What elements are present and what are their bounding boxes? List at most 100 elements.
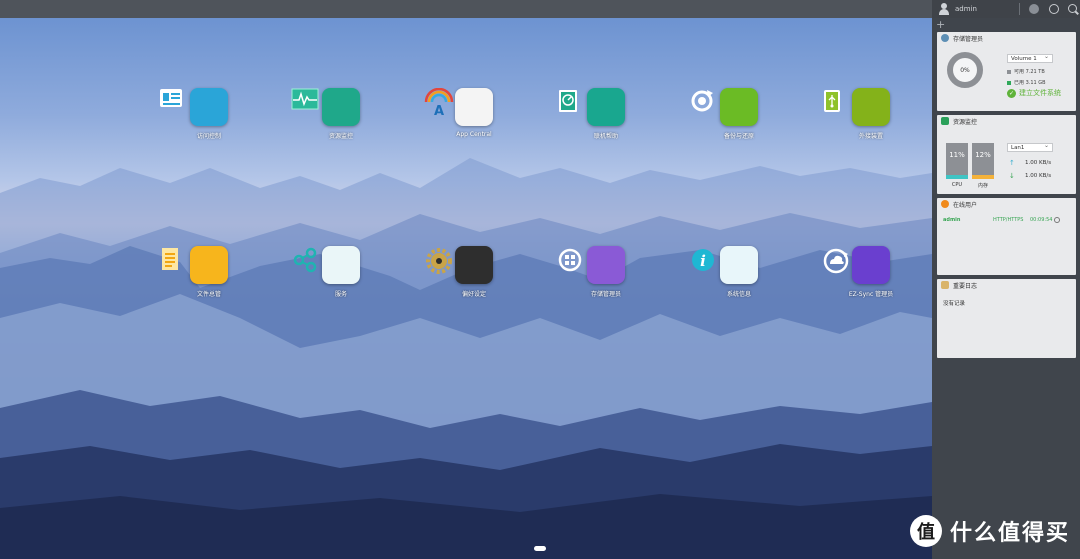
- memory-meter: 12%: [972, 143, 994, 179]
- widget-title: 重要日志: [953, 282, 978, 290]
- app-services[interactable]: 服务: [291, 246, 391, 306]
- user-icon[interactable]: [938, 3, 950, 15]
- storage-icon: [941, 34, 949, 42]
- username-label[interactable]: admin: [955, 5, 1015, 13]
- monitor-icon: [941, 117, 949, 125]
- app-file-explorer[interactable]: 文件总管: [159, 246, 259, 306]
- widget-header: 存储管理员: [937, 32, 1076, 44]
- app-access-control[interactable]: 访问控制: [159, 88, 259, 148]
- online-users-widget[interactable]: 在线用户 admin HTTP/HTTPS 00:09:54: [937, 198, 1076, 275]
- download-rate: ↓ 1.00 KB/s: [1009, 172, 1051, 180]
- available-text: 可用 7.21 TB: [1014, 69, 1045, 75]
- widget-panel: + 存储管理员 0% Volume 1 可用 7.21 TB 已用 3.11 G…: [932, 18, 1080, 559]
- top-bar: admin: [0, 0, 1080, 18]
- system-info-icon: i: [692, 246, 758, 284]
- available-legend: 可用 7.21 TB: [1007, 68, 1045, 75]
- used-legend: 已用 3.11 GB: [1007, 79, 1046, 86]
- app-external-devices[interactable]: 外接装置: [821, 88, 921, 148]
- app-label: 系统信息: [726, 291, 751, 298]
- svg-text:A: A: [434, 104, 444, 116]
- create-filesystem-label: 建立文件系统: [1019, 89, 1061, 97]
- download-value: 1.00 KB/s: [1025, 173, 1052, 179]
- app-system-info[interactable]: i 系统信息: [689, 246, 789, 306]
- app-label: EZ-Sync 管理员: [848, 291, 894, 298]
- app-resource-monitor[interactable]: 资源监控: [291, 88, 391, 148]
- memory-meter-fill: [972, 174, 994, 179]
- file-explorer-icon: [162, 246, 228, 284]
- app-label: 服务: [334, 291, 347, 298]
- app-label: 联机帮助: [593, 133, 618, 140]
- storage-usage-ring: 0%: [947, 52, 983, 88]
- widget-header: 重要日志: [937, 279, 1076, 291]
- app-label: 文件总管: [196, 291, 221, 298]
- widget-header: 资源监控: [937, 115, 1076, 127]
- app-label: App Central: [456, 131, 492, 138]
- app-label: 资源监控: [328, 133, 353, 140]
- legend-swatch: [1007, 80, 1011, 85]
- widget-title: 资源监控: [953, 118, 978, 126]
- desktop: 访问控制 资源监控 A App Central 联机帮助 备份与还原 外接装置: [0, 18, 932, 559]
- watermark-text: 什么值得买: [950, 521, 1071, 546]
- access-control-icon: [160, 88, 228, 126]
- storage-widget[interactable]: 存储管理员 0% Volume 1 可用 7.21 TB 已用 3.11 GB …: [937, 32, 1076, 111]
- cpu-percent: 11%: [949, 151, 965, 159]
- upload-value: 1.00 KB/s: [1025, 160, 1052, 166]
- app-preferences[interactable]: 偏好设定: [424, 246, 524, 306]
- svg-text:i: i: [700, 252, 706, 270]
- log-icon: [941, 281, 949, 289]
- users-icon: [941, 200, 949, 208]
- upload-rate: ↑ 1.00 KB/s: [1009, 159, 1051, 167]
- app-label: 偏好设定: [461, 291, 486, 298]
- upload-arrow-icon: ↑: [1009, 159, 1015, 167]
- top-bar-user-area: admin: [932, 0, 1080, 18]
- storage-manager-icon: [558, 246, 625, 284]
- search-icon[interactable]: [1068, 3, 1079, 15]
- services-icon: [293, 246, 360, 284]
- widget-title: 存储管理员: [953, 35, 984, 43]
- storage-usage-percent: 0%: [960, 66, 970, 74]
- disconnect-icon[interactable]: [1054, 217, 1060, 223]
- download-arrow-icon: ↓: [1009, 172, 1015, 180]
- app-central-icon: A: [424, 88, 493, 126]
- page-indicator[interactable]: [534, 546, 546, 551]
- power-icon[interactable]: [1049, 4, 1059, 14]
- resource-monitor-icon: [291, 88, 360, 126]
- notification-icon[interactable]: [1029, 4, 1039, 14]
- app-label: 备份与还原: [723, 133, 754, 140]
- ez-sync-icon: [823, 246, 890, 284]
- external-devices-icon: [824, 88, 890, 126]
- legend-swatch: [1007, 69, 1011, 74]
- watermark-logo: 值: [910, 515, 942, 547]
- create-filesystem-link[interactable]: ✓ 建立文件系统: [1007, 88, 1061, 98]
- app-backup-restore[interactable]: 备份与还原: [689, 88, 789, 148]
- divider: [1019, 3, 1020, 15]
- widget-title: 在线用户: [953, 201, 978, 209]
- app-app-central[interactable]: A App Central: [424, 88, 524, 148]
- widget-header: 在线用户: [937, 198, 1076, 210]
- app-label: 外接装置: [858, 133, 883, 140]
- backup-restore-icon: [691, 88, 758, 126]
- memory-percent: 12%: [975, 151, 991, 159]
- add-widget-button[interactable]: +: [936, 18, 945, 31]
- online-help-icon: [559, 88, 625, 126]
- volume-select[interactable]: Volume 1: [1007, 53, 1053, 63]
- preferences-icon: [426, 246, 493, 284]
- app-label: 存储管理员: [590, 291, 621, 298]
- resource-monitor-widget[interactable]: 资源监控 11% CPU 12% 内存 Lan1 ↑ 1.00 KB/s ↓ 1.0…: [937, 115, 1076, 194]
- app-storage-manager[interactable]: 存储管理员: [556, 246, 656, 306]
- used-text: 已用 3.11 GB: [1014, 80, 1046, 86]
- online-time: 00:09:54: [1030, 217, 1053, 223]
- lan-select[interactable]: Lan1: [1007, 142, 1053, 152]
- app-ez-sync[interactable]: EZ-Sync 管理员: [821, 246, 921, 306]
- important-log-widget[interactable]: 重要日志 没有记录: [937, 279, 1076, 358]
- cpu-meter-fill: [946, 175, 968, 179]
- memory-label: 内存: [977, 183, 988, 189]
- online-protocol: HTTP/HTTPS: [993, 217, 1024, 223]
- log-empty-text: 没有记录: [943, 301, 966, 307]
- online-user-row: admin HTTP/HTTPS 00:09:54: [943, 217, 1070, 223]
- cpu-meter: 11%: [946, 143, 968, 179]
- online-username: admin: [943, 217, 961, 223]
- app-online-help[interactable]: 联机帮助: [556, 88, 656, 148]
- cpu-label: CPU: [951, 182, 963, 188]
- app-label: 访问控制: [196, 133, 221, 140]
